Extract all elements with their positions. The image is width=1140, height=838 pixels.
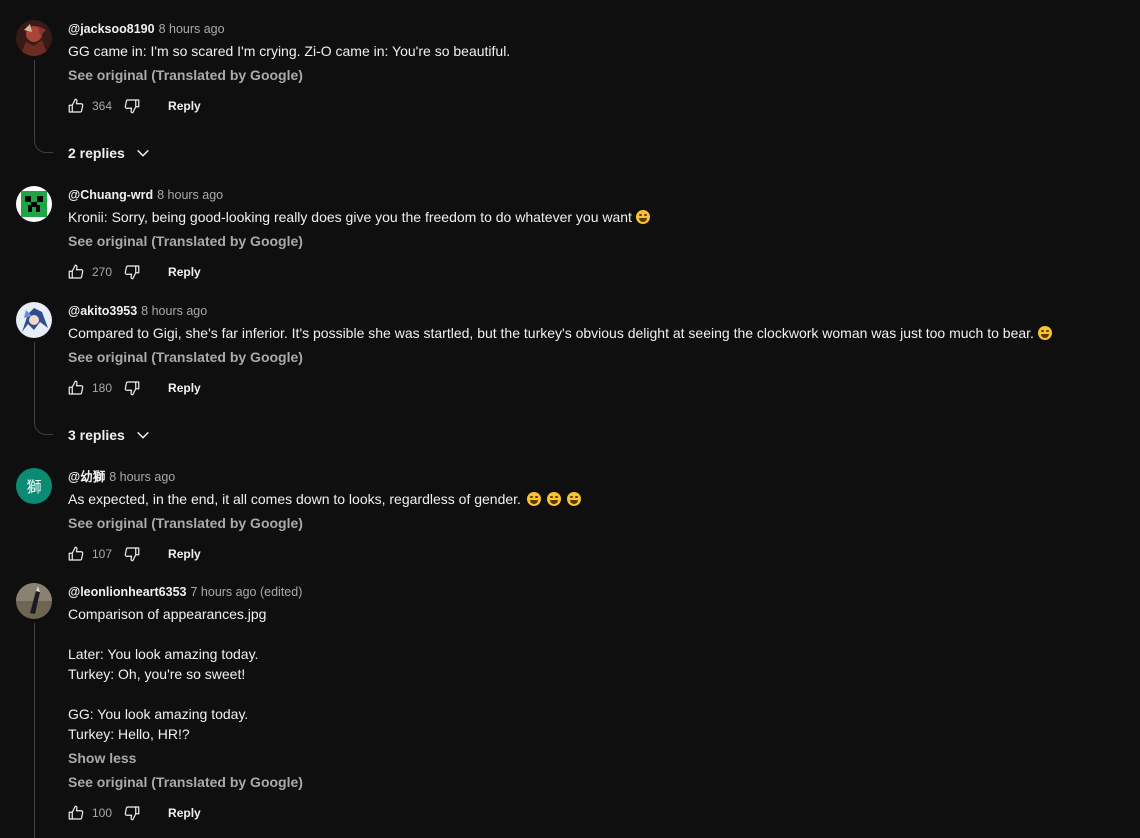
comment-timestamp[interactable]: 8 hours ago xyxy=(109,470,175,484)
like-count: 100 xyxy=(92,806,113,820)
reply-button[interactable]: Reply xyxy=(160,372,209,404)
thumbs-up-icon xyxy=(68,380,84,395)
thumbs-down-icon xyxy=(124,806,140,821)
comment-text-line: Turkey: Oh, you're so sweet! xyxy=(68,666,246,682)
chevron-down-icon xyxy=(136,149,149,157)
see-original-link[interactable]: See original (Translated by Google) xyxy=(68,65,303,85)
comment-text-line: Comparison of appearances.jpg xyxy=(68,606,267,622)
comment-timestamp[interactable]: 8 hours ago xyxy=(157,188,223,202)
comment-text-content: Kronii: Sorry, being good-looking really… xyxy=(68,209,632,225)
like-count: 107 xyxy=(92,547,113,561)
avatar[interactable] xyxy=(16,583,52,619)
thread-connector xyxy=(34,60,53,153)
reply-button[interactable]: Reply xyxy=(160,797,209,829)
see-original-link[interactable]: See original (Translated by Google) xyxy=(68,513,303,533)
comment-author[interactable]: @jacksoo8190 xyxy=(68,22,155,36)
thread-connector xyxy=(34,342,53,435)
like-count: 180 xyxy=(92,381,113,395)
reply-button[interactable]: Reply xyxy=(160,90,209,122)
thumbs-up-icon xyxy=(68,546,84,561)
comment-author[interactable]: @Chuang-wrd xyxy=(68,188,153,202)
grinning-sweat-emoji-icon xyxy=(635,210,650,224)
like-button[interactable] xyxy=(60,90,92,122)
thumbs-up-icon xyxy=(68,805,84,820)
comment-author[interactable]: @akito3953 xyxy=(68,304,137,318)
avatar[interactable] xyxy=(16,20,52,56)
comment-timestamp[interactable]: 8 hours ago xyxy=(141,304,207,318)
creeper-avatar-icon xyxy=(16,186,52,222)
like-button[interactable] xyxy=(60,256,92,288)
avatar[interactable] xyxy=(16,302,52,338)
comment-text-line xyxy=(68,684,1126,704)
comment-text: Kronii: Sorry, being good-looking really… xyxy=(68,207,1126,227)
dislike-button[interactable] xyxy=(116,797,148,829)
rolling-laughing-emoji-icon xyxy=(566,492,581,506)
thread-connector xyxy=(34,623,35,838)
thumbs-up-icon xyxy=(68,98,84,113)
chevron-down-icon xyxy=(136,431,149,439)
replies-count: 3 replies xyxy=(68,427,125,443)
comment-timestamp[interactable]: 7 hours ago (edited) xyxy=(190,585,302,599)
avatar[interactable] xyxy=(16,186,52,222)
comment-author[interactable]: @幼獅 xyxy=(68,470,105,484)
dark-red-character-avatar-icon xyxy=(16,20,52,56)
view-replies-button[interactable]: 2 replies xyxy=(68,141,151,165)
like-count: 364 xyxy=(92,99,113,113)
see-original-link[interactable]: See original (Translated by Google) xyxy=(68,347,303,367)
thumbs-down-icon xyxy=(124,99,140,114)
dislike-button[interactable] xyxy=(116,90,148,122)
comment-author[interactable]: @leonlionheart6353 xyxy=(68,585,186,599)
show-less-link[interactable]: Show less xyxy=(68,748,1126,768)
rolling-laughing-emoji-icon xyxy=(546,492,561,506)
comment-text-line: GG: You look amazing today. xyxy=(68,706,249,722)
avatar-initial: 獅 xyxy=(26,478,42,496)
tears-of-joy-emoji-icon xyxy=(1037,326,1052,340)
comment-text: Compared to Gigi, she's far inferior. It… xyxy=(68,323,1126,343)
comment-text-line: Turkey: Hello, HR!? xyxy=(68,726,190,742)
reply-button[interactable]: Reply xyxy=(160,256,209,288)
avatar[interactable]: 獅 xyxy=(16,468,52,504)
see-original-link[interactable]: See original (Translated by Google) xyxy=(68,772,303,792)
thumbs-down-icon xyxy=(124,265,140,280)
dislike-button[interactable] xyxy=(116,256,148,288)
see-original-link[interactable]: See original (Translated by Google) xyxy=(68,231,303,251)
like-button[interactable] xyxy=(60,797,92,829)
comment-text: Comparison of appearances.jpg Later: You… xyxy=(68,604,1126,744)
dislike-button[interactable] xyxy=(116,372,148,404)
thumbs-up-icon xyxy=(68,264,84,279)
anime-character-avatar-icon xyxy=(16,302,52,338)
like-button[interactable] xyxy=(60,372,92,404)
comment-text: GG came in: I'm so scared I'm crying. Zi… xyxy=(68,43,511,59)
like-count: 270 xyxy=(92,265,113,279)
like-button[interactable] xyxy=(60,538,92,570)
view-replies-button[interactable]: 3 replies xyxy=(68,423,151,447)
comment-text: As expected, in the end, it all comes do… xyxy=(68,489,1126,509)
comment-text-content: Compared to Gigi, she's far inferior. It… xyxy=(68,325,1034,341)
knife-photo-avatar-icon xyxy=(16,583,52,619)
comment-timestamp[interactable]: 8 hours ago xyxy=(159,22,225,36)
comment-text-line: Later: You look amazing today. xyxy=(68,646,259,662)
replies-count: 2 replies xyxy=(68,145,125,161)
thumbs-down-icon xyxy=(124,381,140,396)
dislike-button[interactable] xyxy=(116,538,148,570)
rolling-laughing-emoji-icon xyxy=(526,492,541,506)
thumbs-down-icon xyxy=(124,547,140,562)
comment-text-content: As expected, in the end, it all comes do… xyxy=(68,491,521,507)
reply-button[interactable]: Reply xyxy=(160,538,209,570)
comment-text-line xyxy=(68,624,1126,644)
